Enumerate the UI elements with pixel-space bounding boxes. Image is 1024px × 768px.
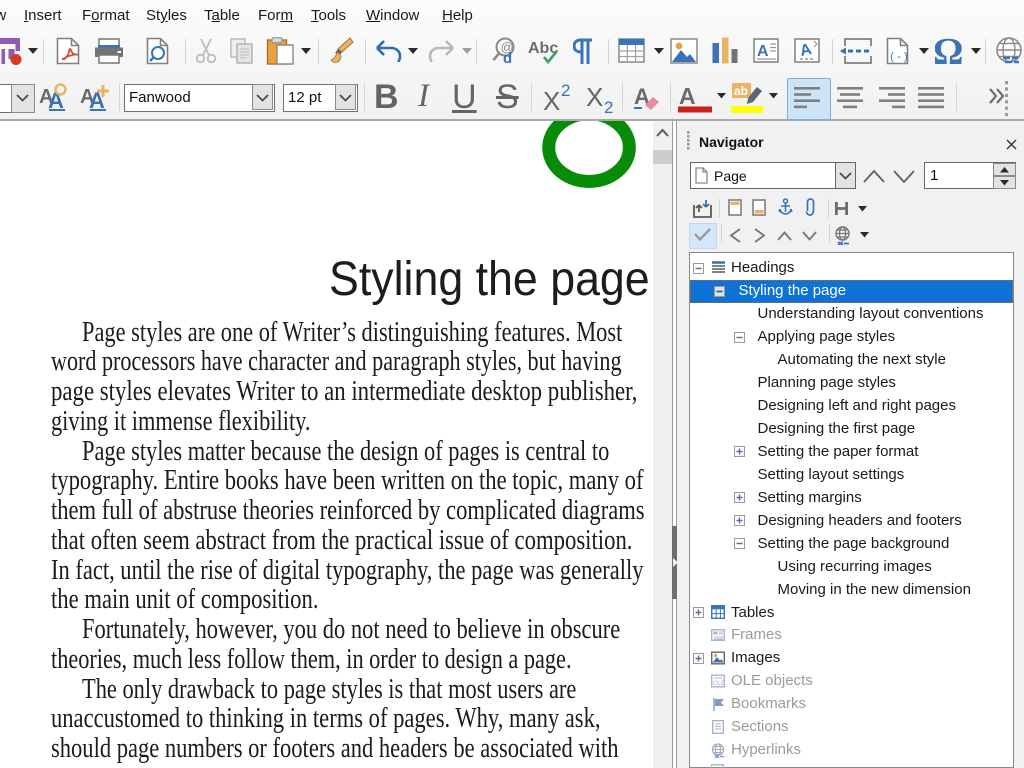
svg-text:X: X [586, 82, 603, 112]
svg-text:2: 2 [561, 82, 570, 100]
svg-text:ab: ab [734, 84, 748, 98]
svg-text:Ω: Ω [935, 38, 963, 64]
svg-text:A: A [757, 43, 769, 60]
svg-text:OLE: OLE [713, 681, 725, 687]
svg-text:A: A [679, 83, 696, 109]
svg-text:X: X [543, 86, 560, 112]
svg-text:(-): (-) [889, 52, 909, 64]
svg-text:2: 2 [604, 98, 613, 114]
svg-text:d: d [503, 50, 512, 65]
